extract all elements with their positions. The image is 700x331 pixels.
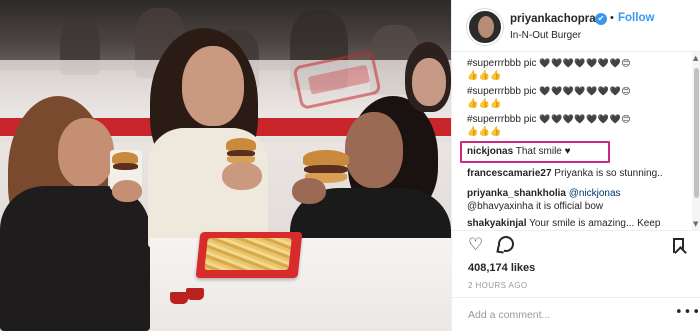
comment-text: That smile ♥ [515,146,571,157]
comment-item: #superrrbbb pic 🖤🖤🖤🖤🖤🖤🖤😊 [467,86,631,98]
comments-scrollbar[interactable]: ▲ ▼ [692,52,700,230]
bookmark-icon[interactable] [673,238,684,253]
comment-text: #superrrbbb pic [467,86,537,97]
comment-text: @bhavyaxinha it is official bow [467,201,604,212]
comment-text: #superrrbbb pic [467,58,537,69]
post-sidebar: priyankachopra ✔ • Follow In-N-Out Burge… [451,0,700,331]
comment-emoji: 🖤🖤🖤🖤🖤🖤🖤😊 [539,87,632,97]
add-comment-input[interactable] [468,306,668,324]
fries [204,238,292,270]
comment-username[interactable]: shakyakinjal [467,218,526,229]
more-options-icon[interactable]: ••• [675,305,700,320]
comment-item: francescamarie27 Priyanka is so stunning… [467,168,663,180]
post-timestamp: 2 HOURS AGO [468,281,528,290]
comment-icon[interactable] [498,236,514,252]
scrollbar-thumb[interactable] [694,68,699,198]
follow-button[interactable]: Follow [618,12,654,24]
comment-text: #superrrbbb pic [467,114,537,125]
avatar[interactable] [467,9,503,45]
separator-dot: • [610,12,614,24]
comment-username[interactable]: nickjonas [467,146,513,157]
comment-item: #superrrbbb pic 🖤🖤🖤🖤🖤🖤🖤😊 [467,114,631,126]
add-comment-bar: ••• [452,297,700,331]
comments-list[interactable]: #superrrbbb pic 🖤🖤🖤🖤🖤🖤🖤😊 👍👍👍 #superrrbbb… [452,52,692,230]
comment-item: @bhavyaxinha it is official bow [467,201,603,213]
likes-count[interactable]: 408,174 likes [468,262,535,274]
comment-emoji: 👍👍👍 [467,127,503,137]
comment-item: shakyakinjal Your smile is amazing... Ke… [467,218,660,230]
heart-icon[interactable]: ♡ [468,235,483,255]
comment-item-highlighted: nickjonas That smile ♥ [467,146,571,158]
comment-emoji: 🖤🖤🖤🖤🖤🖤🖤😊 [539,115,632,125]
post-actions: ♡ [452,230,700,260]
sauce-cup [186,288,204,300]
comment-username[interactable]: francescamarie27 [467,168,552,179]
scroll-up-icon[interactable]: ▲ [693,54,698,62]
comment-text: Priyanka is so stunning.. [554,168,663,179]
comment-emoji: 🖤🖤🖤🖤🖤🖤🖤😊 [539,59,632,69]
verified-badge-icon: ✔ [595,13,607,25]
comment-text: Your smile is amazing... Keep [529,218,661,229]
username-link[interactable]: priyankachopra [510,13,596,25]
comment-mention[interactable]: @nickjonas [569,188,621,199]
table [150,238,451,331]
post-header: priyankachopra ✔ • Follow In-N-Out Burge… [452,0,700,52]
comment-item: #superrrbbb pic 🖤🖤🖤🖤🖤🖤🖤😊 [467,58,631,70]
location-link[interactable]: In-N-Out Burger [510,30,581,41]
comment-emoji: 👍👍👍 [467,99,503,109]
post-photo[interactable] [0,0,451,331]
fries-tray [195,232,303,278]
comment-item: priyanka_shankholia @nickjonas [467,188,621,200]
scroll-down-icon[interactable]: ▼ [693,220,698,228]
comment-emoji: 👍👍👍 [467,71,503,81]
comment-username[interactable]: priyanka_shankholia [467,188,566,199]
